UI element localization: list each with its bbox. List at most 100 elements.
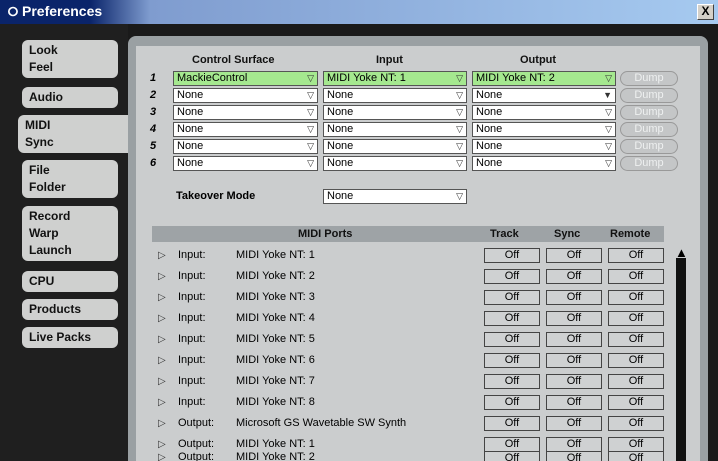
scroll-up-arrow-icon[interactable]: ▲ (675, 246, 688, 259)
dropdown-arrow-icon: ▽ (456, 90, 463, 100)
remote-toggle-button[interactable]: Off (608, 416, 664, 431)
sidebar-tab-file-folder[interactable]: File Folder (22, 160, 118, 198)
control-surface-select[interactable]: None ▽ (173, 122, 318, 137)
expand-triangle-icon[interactable]: ▷ (158, 452, 166, 461)
dropdown-arrow-icon: ▽ (307, 107, 314, 117)
output-select[interactable]: None ▽ (472, 156, 616, 171)
sidebar-tab-look-feel[interactable]: Look Feel (22, 40, 118, 78)
surface-row-number: 5 (150, 140, 157, 152)
expand-triangle-icon[interactable]: ▷ (158, 334, 166, 345)
remote-toggle-button[interactable]: Off (608, 248, 664, 263)
expand-triangle-icon[interactable]: ▷ (158, 355, 166, 366)
expand-triangle-icon[interactable]: ▷ (158, 250, 166, 261)
midi-port-row: ▷ Input: MIDI Yoke NT: 4 Off Off Off (156, 310, 666, 331)
sync-toggle-button[interactable]: Off (546, 416, 602, 431)
sync-toggle-button[interactable]: Off (546, 290, 602, 305)
output-select[interactable]: None ▽ (472, 139, 616, 154)
track-toggle-button[interactable]: Off (484, 374, 540, 389)
dump-button[interactable]: Dump (620, 105, 678, 120)
select-value: None (327, 89, 354, 101)
remote-toggle-button[interactable]: Off (608, 395, 664, 410)
select-value: None (327, 190, 354, 202)
remote-toggle-button[interactable]: Off (608, 269, 664, 284)
sync-toggle-button[interactable]: Off (546, 353, 602, 368)
input-select[interactable]: MIDI Yoke NT: 1 ▽ (323, 71, 467, 86)
remote-toggle-button[interactable]: Off (608, 311, 664, 326)
output-select[interactable]: None ▽ (472, 122, 616, 137)
dump-button[interactable]: Dump (620, 122, 678, 137)
sidebar-tab-live-packs[interactable]: Live Packs (22, 327, 118, 348)
track-toggle-button[interactable]: Off (484, 353, 540, 368)
control-surface-select[interactable]: None ▽ (173, 88, 318, 103)
input-select[interactable]: None ▽ (323, 156, 467, 171)
port-direction: Input: (178, 396, 206, 408)
select-value: None (177, 106, 204, 118)
sync-toggle-button[interactable]: Off (546, 311, 602, 326)
sync-toggle-button[interactable]: Off (546, 374, 602, 389)
expand-triangle-icon[interactable]: ▷ (158, 376, 166, 387)
sidebar-tab-midi-sync[interactable]: MIDI Sync (18, 115, 132, 153)
remote-toggle-button[interactable]: Off (608, 290, 664, 305)
track-toggle-button[interactable]: Off (484, 395, 540, 410)
window-title: Preferences (22, 3, 103, 19)
sidebar-tab-cpu[interactable]: CPU (22, 271, 118, 292)
expand-triangle-icon[interactable]: ▷ (158, 397, 166, 408)
track-toggle-button[interactable]: Off (484, 416, 540, 431)
input-select[interactable]: None ▽ (323, 105, 467, 120)
output-select[interactable]: MIDI Yoke NT: 2 ▽ (472, 71, 616, 86)
track-toggle-button[interactable]: Off (484, 290, 540, 305)
port-name: MIDI Yoke NT: 4 (236, 312, 315, 324)
control-surface-select[interactable]: None ▽ (173, 156, 318, 171)
takeover-mode-select[interactable]: None ▽ (323, 189, 467, 204)
expand-triangle-icon[interactable]: ▷ (158, 292, 166, 303)
track-toggle-button[interactable]: Off (484, 311, 540, 326)
dump-button[interactable]: Dump (620, 156, 678, 171)
select-value: None (476, 140, 503, 152)
control-surface-select[interactable]: None ▽ (173, 139, 318, 154)
remote-toggle-button[interactable]: Off (608, 374, 664, 389)
track-toggle-button[interactable]: Off (484, 451, 540, 461)
live-logo-icon: ⭘ (7, 4, 19, 19)
surface-row-number: 2 (150, 89, 157, 101)
midi-port-row: ▷ Input: MIDI Yoke NT: 2 Off Off Off (156, 268, 666, 289)
sidebar-tab-audio[interactable]: Audio (22, 87, 118, 108)
remote-toggle-button[interactable]: Off (608, 451, 664, 461)
output-select[interactable]: None ▼ (472, 88, 616, 103)
dump-button[interactable]: Dump (620, 88, 678, 103)
midi-port-row: ▷ Input: MIDI Yoke NT: 8 Off Off Off (156, 394, 666, 415)
port-direction: Input: (178, 249, 206, 261)
remote-toggle-button[interactable]: Off (608, 353, 664, 368)
input-select[interactable]: None ▽ (323, 122, 467, 137)
sync-toggle-button[interactable]: Off (546, 248, 602, 263)
dump-button[interactable]: Dump (620, 139, 678, 154)
dropdown-arrow-icon: ▽ (605, 158, 612, 168)
control-surface-select[interactable]: MackieControl ▽ (173, 71, 318, 86)
remote-toggle-button[interactable]: Off (608, 332, 664, 347)
track-toggle-button[interactable]: Off (484, 248, 540, 263)
sidebar-tab-record-warp-launch[interactable]: Record Warp Launch (22, 206, 118, 261)
midi-port-row: ▷ Input: MIDI Yoke NT: 5 Off Off Off (156, 331, 666, 352)
expand-triangle-icon[interactable]: ▷ (158, 271, 166, 282)
midi-ports-header: MIDI Ports Track Sync Remote (152, 226, 664, 242)
sync-toggle-button[interactable]: Off (546, 451, 602, 461)
surface-row-number: 4 (150, 123, 157, 135)
scrollbar[interactable] (676, 258, 686, 461)
input-select[interactable]: None ▽ (323, 88, 467, 103)
track-toggle-button[interactable]: Off (484, 332, 540, 347)
dump-button[interactable]: Dump (620, 71, 678, 86)
track-toggle-button[interactable]: Off (484, 269, 540, 284)
sidebar-tab-products[interactable]: Products (22, 299, 118, 320)
expand-triangle-icon[interactable]: ▷ (158, 418, 166, 429)
dropdown-arrow-icon: ▽ (605, 73, 612, 83)
expand-triangle-icon[interactable]: ▷ (158, 313, 166, 324)
close-button[interactable]: X (697, 4, 714, 20)
input-select[interactable]: None ▽ (323, 139, 467, 154)
output-select[interactable]: None ▽ (472, 105, 616, 120)
control-surface-select[interactable]: None ▽ (173, 105, 318, 120)
sync-toggle-button[interactable]: Off (546, 269, 602, 284)
track-column-header: Track (490, 228, 519, 240)
sync-toggle-button[interactable]: Off (546, 395, 602, 410)
select-value: None (476, 89, 503, 101)
port-direction: Output: (178, 417, 215, 429)
sync-toggle-button[interactable]: Off (546, 332, 602, 347)
